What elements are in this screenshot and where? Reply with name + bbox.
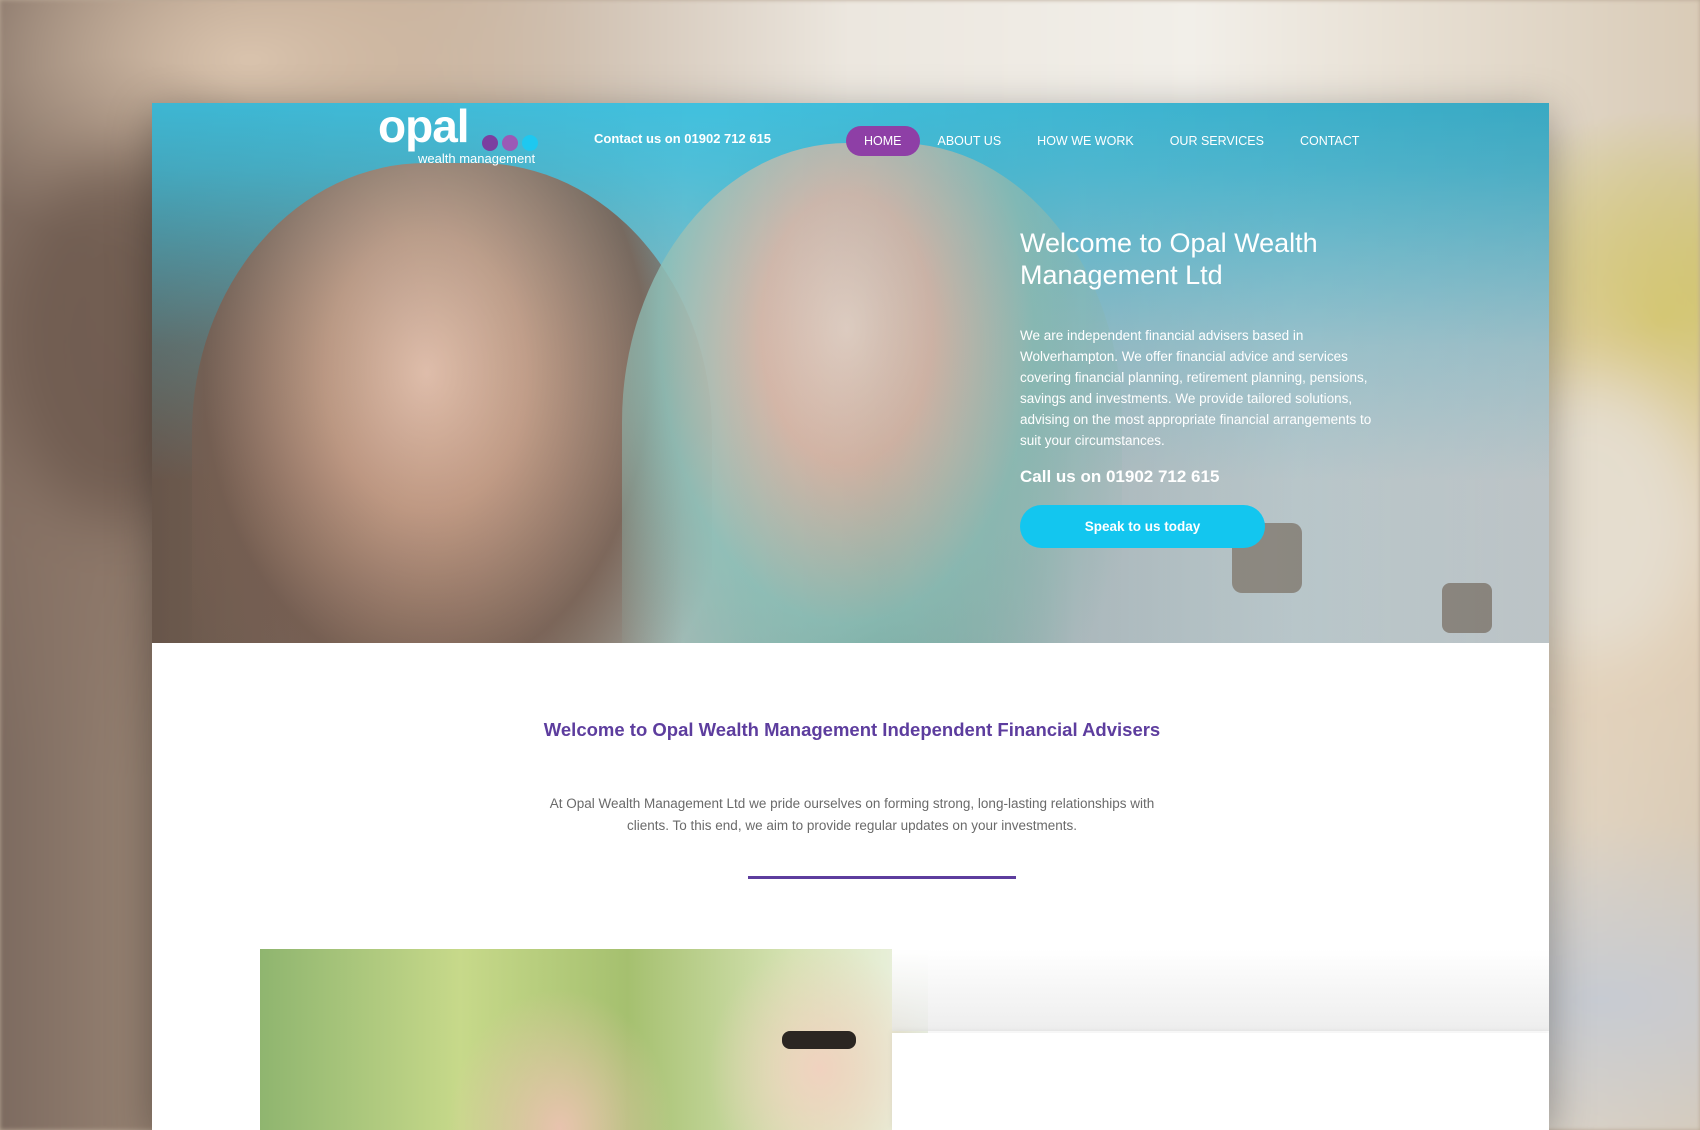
header-contact-phone[interactable]: Contact us on 01902 712 615 [594, 131, 771, 146]
hero-description: We are independent financial advisers ba… [1020, 328, 1372, 448]
site-logo[interactable]: opal wealth management [378, 103, 548, 166]
nav-item-contact[interactable]: CONTACT [1282, 126, 1378, 156]
nav-item-how-we-work[interactable]: HOW WE WORK [1019, 126, 1152, 156]
content-panel-fade [892, 949, 1549, 1031]
logo-dot-icon [502, 135, 518, 151]
hero-banner: opal wealth management Contact us on 019… [152, 103, 1549, 643]
speak-to-us-button[interactable]: Speak to us today [1020, 505, 1265, 548]
logo-wordmark: opal [378, 103, 470, 152]
intro-heading: Welcome to Opal Wealth Management Indepe… [543, 719, 1161, 740]
sunglasses-detail [782, 1031, 856, 1049]
logo-dot-icon [522, 135, 538, 151]
nav-item-home[interactable]: HOME [846, 126, 920, 156]
hero-phone: Call us on 01902 712 615 [1020, 467, 1220, 486]
logo-tagline: wealth management [418, 151, 536, 166]
nav-item-about-us[interactable]: ABOUT US [920, 126, 1020, 156]
hero-title: Welcome to Opal Wealth Management Ltd [1020, 228, 1318, 290]
main-nav: HOME ABOUT US HOW WE WORK OUR SERVICES C… [846, 126, 1377, 156]
intro-text: At Opal Wealth Management Ltd we pride o… [549, 796, 1155, 833]
nav-item-our-services[interactable]: OUR SERVICES [1152, 126, 1282, 156]
website-mockup: opal wealth management Contact us on 019… [152, 103, 1549, 1130]
logo-dot-icon [482, 135, 498, 151]
couple-photo [260, 949, 928, 1130]
section-divider [748, 876, 1016, 879]
content-panel [892, 1033, 1549, 1130]
